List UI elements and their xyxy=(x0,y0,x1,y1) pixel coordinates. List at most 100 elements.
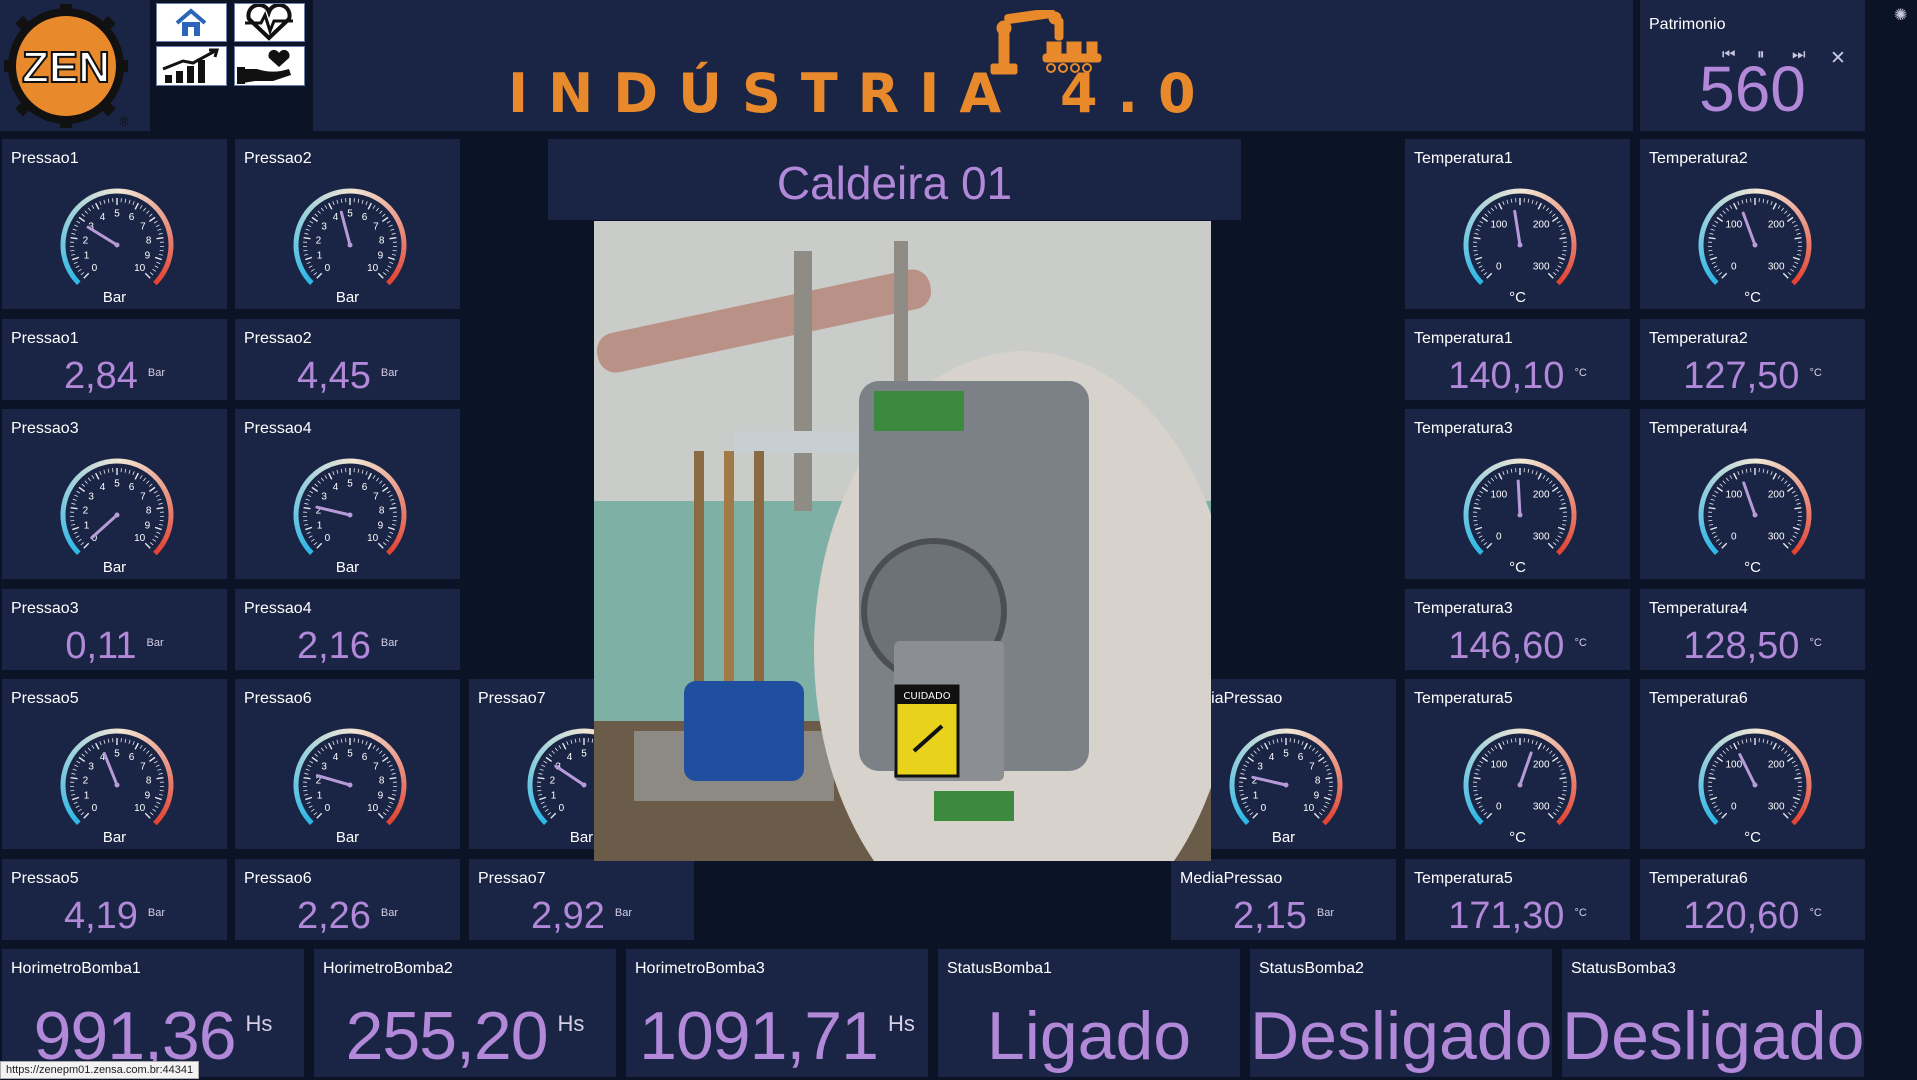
gauge-arc-segment xyxy=(1783,738,1793,747)
gauge-tick xyxy=(304,793,309,796)
gauge-tick-label: 10 xyxy=(134,533,146,544)
gauge-tick xyxy=(1547,542,1554,549)
gauge-arc-segment xyxy=(91,461,100,470)
gauge-arc-segment xyxy=(154,206,163,216)
gauge-hub xyxy=(1752,242,1758,248)
gauge-tick xyxy=(1481,216,1489,223)
gauge-tick xyxy=(156,506,164,510)
home-button[interactable] xyxy=(156,3,227,42)
gauge-arc-segment xyxy=(527,775,534,784)
boiler-photo: CUIDADO xyxy=(594,221,1211,861)
gauge-tick xyxy=(1555,538,1560,542)
gauge-tick xyxy=(95,472,100,480)
gauge-tick xyxy=(1551,756,1559,763)
gauge-tick xyxy=(308,265,313,268)
care-hand-button[interactable] xyxy=(234,46,305,86)
gauge-tile-pressao5: Pressao5 0 1 2 3 4 5 6 7 8 9 10 Bar xyxy=(2,679,227,849)
gauge-arc-segment xyxy=(1478,741,1487,751)
gauge-tick-label: 100 xyxy=(1490,759,1507,770)
gauge-arc-segment xyxy=(1488,464,1498,473)
gauge-arc-segment xyxy=(128,730,138,737)
gauge-arc-segment xyxy=(295,762,303,772)
skip-forward-icon[interactable]: ⏭ xyxy=(1792,46,1806,63)
gauge-tick xyxy=(340,468,343,473)
gauge-tick xyxy=(376,747,380,752)
gauge-tick xyxy=(73,261,78,265)
gauge-arc-segment xyxy=(167,776,174,784)
gauge-tick xyxy=(143,747,147,752)
gauge-tick xyxy=(1737,471,1740,476)
gauge-tick-label: 6 xyxy=(129,482,135,493)
gauge-tick xyxy=(1483,542,1488,546)
gauge-tick xyxy=(1794,261,1799,265)
gauge-tick xyxy=(1249,812,1254,816)
gauge-arc-segment xyxy=(1723,194,1733,203)
gauge-tick-label: 200 xyxy=(1533,489,1550,500)
gauge-tick xyxy=(336,739,339,744)
gauge-tick xyxy=(332,741,335,746)
growth-chart-button[interactable] xyxy=(156,46,227,86)
gauge-arc-segment xyxy=(61,769,68,777)
gauge-tick xyxy=(1557,805,1562,808)
gauge-arc-segment xyxy=(1568,255,1576,263)
gauge-arc-segment xyxy=(313,197,322,206)
gauge-arc-segment xyxy=(400,249,407,257)
gauge-arc-segment xyxy=(399,769,406,778)
gauge-arc-segment xyxy=(1564,757,1573,766)
gauge-tick xyxy=(103,199,106,204)
gauge-tick xyxy=(365,741,368,746)
gauge-tick xyxy=(99,201,102,206)
gauge-arc-segment xyxy=(1531,730,1541,737)
gauge-tick xyxy=(1784,210,1788,214)
gauge-tick xyxy=(313,542,318,546)
gauge-arc-segment xyxy=(1713,201,1722,211)
gauge-arc-segment xyxy=(397,223,405,232)
gauge-tick xyxy=(152,538,157,542)
gauge-tick xyxy=(148,213,153,217)
gauge-tick xyxy=(1479,220,1484,224)
gauge-tick xyxy=(1722,210,1726,214)
gauge-tick xyxy=(387,265,392,268)
gauge-tick xyxy=(340,198,343,203)
gauge-arc-segment xyxy=(558,731,567,740)
gauge-arc-segment xyxy=(1796,481,1805,491)
gauge-tick-label: 7 xyxy=(140,222,146,233)
horimetro-label: HorimetroBomba1 xyxy=(11,960,141,977)
gauge-arc-segment xyxy=(1698,505,1705,514)
gauge-arc-segment xyxy=(75,741,84,751)
value-unit: °C xyxy=(1809,637,1822,649)
gauge-arc-segment xyxy=(1700,492,1708,502)
gauge-tick xyxy=(1561,253,1566,256)
gauge-tick xyxy=(540,801,545,805)
gauge-tick xyxy=(107,468,110,473)
gauge-tile-temperatura4: Temperatura4 0 100 200 300 °C xyxy=(1640,409,1865,579)
gauge-tick xyxy=(76,760,81,764)
gauge-unit: Bar xyxy=(102,289,127,306)
gauge-arc-segment xyxy=(163,260,171,270)
gauge-arc-segment xyxy=(140,734,149,743)
gauge-tick xyxy=(158,772,163,775)
gauge-tick-label: 200 xyxy=(1533,759,1550,770)
gauge-arc-segment xyxy=(1543,194,1552,203)
gauge-tick xyxy=(1796,232,1801,235)
gauge-tick xyxy=(1484,483,1489,487)
gauge-arc-segment xyxy=(293,235,300,244)
health-monitor-button[interactable] xyxy=(234,2,305,42)
pause-icon[interactable]: ⏸ xyxy=(1757,46,1765,63)
horimetro-tile-1: HorimetroBomba1 991,36 Hs xyxy=(2,949,304,1077)
fullscreen-exit-icon[interactable]: ✕ xyxy=(1830,47,1846,70)
gauge-arc-segment xyxy=(1778,464,1787,473)
gauge-tick xyxy=(382,272,387,276)
skip-back-icon[interactable]: ⏮ xyxy=(1722,46,1736,63)
gauge-tick xyxy=(392,789,397,792)
gauge-tick xyxy=(1561,232,1566,235)
gauge-arc-segment xyxy=(62,762,70,772)
gauge-arc-segment xyxy=(1241,816,1250,825)
gauge-tick xyxy=(1792,805,1797,808)
gauge-tick xyxy=(1793,494,1798,498)
gauge-arc-segment xyxy=(1698,775,1705,784)
gauge-tick xyxy=(340,738,343,743)
gauge-arc-segment xyxy=(1801,530,1809,540)
gauge-arc-segment xyxy=(318,194,328,203)
gauge-arc-segment xyxy=(1232,800,1240,809)
